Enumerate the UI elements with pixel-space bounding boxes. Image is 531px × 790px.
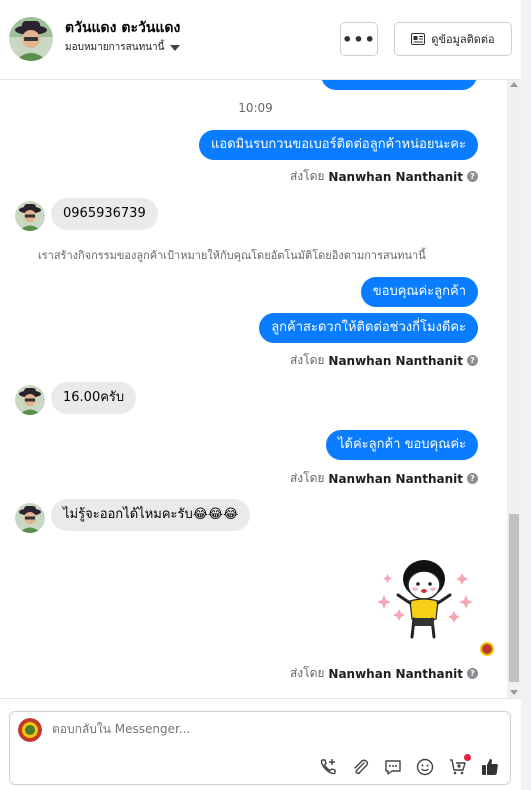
sent-by-row: ส่งโดย Nanwhan Nanthanit ? [290,351,478,370]
shop-tool[interactable] [447,754,471,778]
sent-by-prefix: ส่งโดย [289,353,325,367]
message-outgoing[interactable]: แอดมินรบกวนขอเบอร์ติดต่อลูกค้าหน่อยนะคะ [199,130,478,160]
scroll-up-arrow-icon[interactable] [510,82,518,87]
sent-by-agent: Nanwhan Nanthanit [328,169,463,184]
attach-tool[interactable] [349,756,371,778]
assign-label: มอบหมายการสนทนานี้ [65,42,165,53]
panel-edge [521,0,531,790]
thread-scrollbar[interactable] [507,80,521,698]
more-options-label: ••• [342,29,376,49]
message-timestamp: 10:09 [238,101,273,115]
scroll-down-arrow-icon[interactable] [510,690,518,695]
phone-plus-icon [320,759,336,775]
sent-by-row: ส่งโดย Nanwhan Nanthanit ? [290,167,478,186]
message-thread[interactable]: 10:09 แอดมินรบกวนขอเบอร์ติดต่อลูกค้าหน่อ… [0,80,521,698]
sent-by-row: ส่งโดย Nanwhan Nanthanit ? [290,664,478,683]
help-icon[interactable]: ? [467,171,478,182]
composer-area [0,698,521,790]
page-avatar [18,718,42,742]
thumbs-up-icon [482,759,498,775]
emoji-tool[interactable] [414,756,436,778]
messenger-chat-panel: ตวันแดง ตะวันแดง มอบหมายการสนทนานี้ ••• … [0,0,531,790]
system-note: เราสร้างกิจกรรมของลูกค้าเป้าหมายให้กับคุ… [38,249,426,262]
like-button[interactable] [479,756,501,778]
message-outgoing[interactable]: ลูกค้าสะดวกให้ติดต่อช่วงกี่โมงดีคะ [259,313,478,343]
message-bubble-cut-off[interactable] [321,80,477,90]
help-icon[interactable]: ? [467,355,478,366]
smiley-icon [416,758,434,776]
sent-by-agent: Nanwhan Nanthanit [328,353,463,368]
seen-receipt-avatar [480,642,494,656]
help-icon[interactable]: ? [467,668,478,679]
chat-bubble-icon [385,760,401,775]
reply-box[interactable] [9,711,511,785]
sent-by-prefix: ส่งโดย [289,471,325,485]
sent-by-prefix: ส่งโดย [289,169,325,183]
more-options-button[interactable]: ••• [340,22,378,56]
message-incoming[interactable]: ไม่รู้จะออกได้ไหมคะรับ😂😂😂 [51,499,251,531]
contact-name: ตวันแดง ตะวันแดง [65,20,181,36]
view-contact-button[interactable]: ดูข้อมูลติดต่อ [394,22,512,56]
caret-down-icon [170,44,181,51]
sent-by-row: ส่งโดย Nanwhan Nanthanit ? [290,469,478,488]
paperclip-icon [354,759,369,775]
message-incoming[interactable]: 0965936739 [51,198,158,230]
message-incoming[interactable]: 16.00ครับ [51,382,137,414]
message-outgoing[interactable]: ขอบคุณค่ะลูกค้า [360,277,478,307]
scrollbar-thumb[interactable] [509,514,519,682]
call-tool[interactable] [317,756,339,778]
sent-by-agent: Nanwhan Nanthanit [328,666,463,681]
message-outgoing[interactable]: ได้ค่ะลูกค้า ขอบคุณค่ะ [325,430,478,460]
contact-card-icon [411,33,426,45]
assign-conversation-dropdown[interactable]: มอบหมายการสนทนานี้ [65,40,181,55]
help-icon[interactable]: ? [467,473,478,484]
contact-avatar-small [15,503,45,533]
notification-dot [464,754,471,761]
contact-avatar-small [15,385,45,415]
reply-input[interactable] [52,722,452,736]
saved-replies-tool[interactable] [382,756,404,778]
sticker-message[interactable] [372,555,476,641]
contact-avatar-small [15,201,45,231]
sent-by-agent: Nanwhan Nanthanit [328,471,463,486]
sent-by-prefix: ส่งโดย [289,666,325,680]
chat-header: ตวันแดง ตะวันแดง มอบหมายการสนทนานี้ ••• … [0,0,531,80]
view-contact-label: ดูข้อมูลติดต่อ [431,33,495,46]
contact-avatar[interactable] [9,17,53,61]
